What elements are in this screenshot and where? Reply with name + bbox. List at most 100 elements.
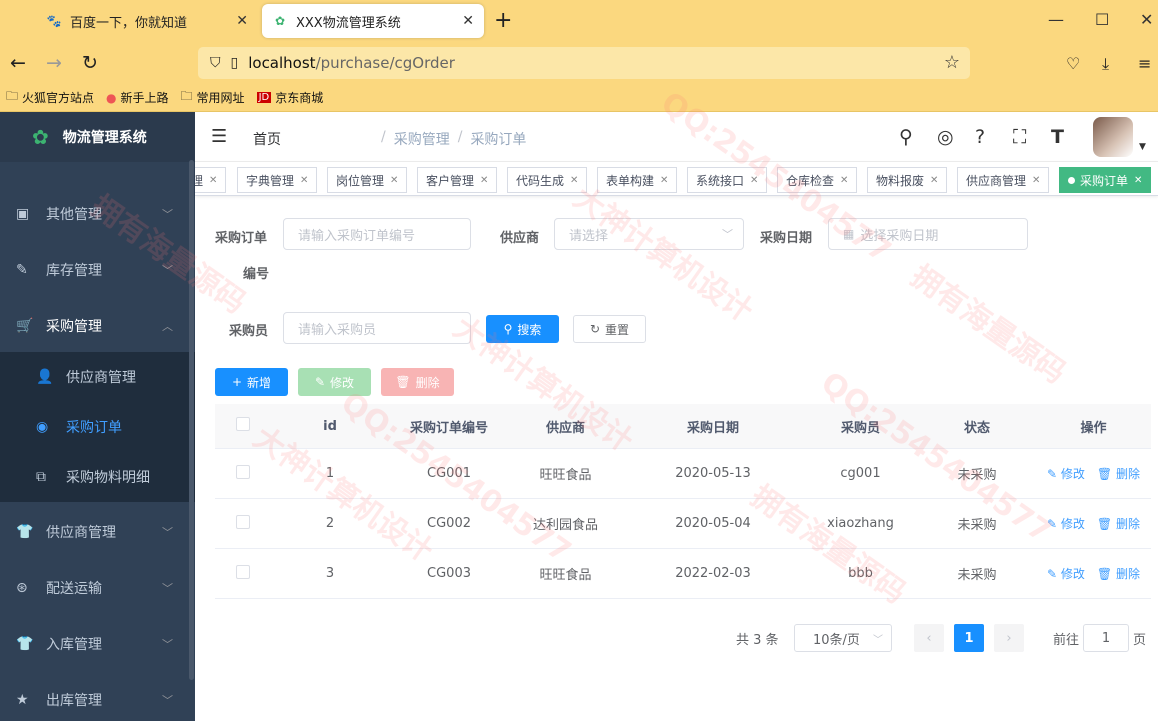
font-size-icon[interactable]: T bbox=[1051, 126, 1064, 148]
tag-item[interactable]: 代码生成 ✕ bbox=[507, 167, 588, 193]
tag-item[interactable]: 供应商管理 ✕ bbox=[957, 167, 1050, 193]
reload-icon[interactable]: ↻ bbox=[82, 52, 98, 74]
row-delete-button[interactable]: 🗑 删除 bbox=[1097, 467, 1140, 481]
browser-tab-baidu[interactable]: 🐾 百度一下，你就知道 ✕ bbox=[36, 4, 258, 38]
sidebar-item-supplier[interactable]: 👕 供应商管理 ﹀ bbox=[0, 504, 195, 560]
buyer-input[interactable]: 请输入采购员 bbox=[283, 312, 471, 344]
row-edit-button[interactable]: ✎ 修改 bbox=[1047, 567, 1085, 581]
github-icon[interactable]: ◎ bbox=[937, 126, 954, 148]
folder-icon: 🗀 bbox=[180, 89, 193, 103]
tag-item[interactable]: 岗位管理 ✕ bbox=[327, 167, 408, 193]
add-button[interactable]: + 新增 bbox=[215, 368, 288, 396]
sidebar-brand[interactable]: ✿ 物流管理系统 bbox=[0, 112, 195, 162]
row-checkbox[interactable] bbox=[235, 464, 250, 479]
sidebar-scrollbar[interactable] bbox=[189, 160, 194, 680]
close-icon[interactable]: ✕ bbox=[236, 13, 248, 29]
bookmark-item[interactable]: ● 新手上路 bbox=[106, 89, 169, 106]
supplier-select[interactable]: 请选择 ﹀ bbox=[554, 218, 744, 250]
bookmark-item[interactable]: 🗀 火狐官方站点 bbox=[6, 87, 94, 108]
goto-page-input[interactable]: 1 bbox=[1083, 624, 1129, 652]
shirt-icon: 👕 bbox=[16, 636, 34, 652]
reset-button[interactable]: ↻ 重置 bbox=[573, 315, 646, 343]
next-page-button[interactable]: › bbox=[994, 624, 1024, 652]
avatar[interactable] bbox=[1093, 117, 1133, 157]
button-label: 删除 bbox=[1115, 467, 1140, 481]
close-icon[interactable]: ✕ bbox=[300, 175, 308, 186]
address-bar[interactable]: ⛉ ▯ localhost/purchase/cgOrder ☆ bbox=[198, 47, 970, 79]
close-icon[interactable]: ✕ bbox=[390, 175, 398, 186]
prev-page-button[interactable]: ‹ bbox=[914, 624, 944, 652]
sidebar-subitem-material[interactable]: ⧉ 采购物料明细 bbox=[0, 452, 195, 502]
minimize-icon[interactable]: — bbox=[1048, 10, 1064, 29]
close-icon[interactable]: ✕ bbox=[209, 175, 217, 186]
delete-button[interactable]: 🗑 删除 bbox=[381, 368, 454, 396]
bookmark-item[interactable]: 🗀 常用网址 bbox=[181, 87, 245, 108]
row-checkbox[interactable] bbox=[235, 514, 250, 529]
active-dot-icon bbox=[1068, 176, 1075, 184]
close-icon[interactable]: ✕ bbox=[750, 175, 758, 186]
tag-item[interactable]: 表单构建 ✕ bbox=[597, 167, 678, 193]
column-header: id bbox=[323, 418, 337, 434]
button-label: 搜索 bbox=[517, 322, 542, 337]
sidebar-item-delivery[interactable]: ⊛ 配送运输 ﹀ bbox=[0, 560, 195, 616]
window-close-icon[interactable]: ✕ bbox=[1140, 10, 1153, 29]
table-row: 1 CG001 旺旺食品 2020-05-13 cg001 未采购 ✎ 修改 🗑 … bbox=[215, 449, 1151, 499]
close-icon[interactable]: ✕ bbox=[660, 175, 668, 186]
close-icon[interactable]: ✕ bbox=[480, 175, 488, 186]
forward-icon[interactable]: → bbox=[46, 52, 62, 74]
download-icon[interactable]: ⤓ bbox=[1102, 54, 1109, 74]
pocket-icon[interactable]: ♡ bbox=[1066, 54, 1080, 73]
sidebar-item-inventory[interactable]: ✎ 库存管理 ﹀ bbox=[0, 242, 195, 298]
select-all-checkbox[interactable] bbox=[235, 417, 250, 431]
sidebar-item-outbound[interactable]: ★ 出库管理 ﹀ bbox=[0, 672, 195, 721]
question-icon[interactable]: ? bbox=[975, 126, 985, 148]
sidebar-subitem-supplier[interactable]: 👤 供应商管理 bbox=[0, 352, 195, 402]
page-size-select[interactable]: 10条/页 ﹀ bbox=[794, 624, 892, 652]
row-delete-button[interactable]: 🗑 删除 bbox=[1097, 517, 1140, 531]
menu-icon[interactable]: ≡ bbox=[1138, 54, 1151, 73]
row-edit-button[interactable]: ✎ 修改 bbox=[1047, 517, 1085, 531]
breadcrumb-home[interactable]: 首页 bbox=[253, 129, 373, 149]
back-icon[interactable]: ← bbox=[10, 52, 26, 74]
chevron-down-icon: ﹀ bbox=[162, 264, 173, 277]
browser-tab-logistics[interactable]: ✿ XXX物流管理系统 ✕ bbox=[262, 4, 484, 38]
maximize-icon[interactable]: ☐ bbox=[1095, 10, 1109, 29]
close-icon[interactable]: ✕ bbox=[462, 13, 474, 29]
caret-down-icon[interactable]: ▼ bbox=[1139, 142, 1146, 152]
row-edit-button[interactable]: ✎ 修改 bbox=[1047, 467, 1085, 481]
row-checkbox[interactable] bbox=[235, 564, 250, 579]
close-icon[interactable]: ✕ bbox=[1134, 175, 1142, 186]
bookmark-star-icon[interactable]: ☆ bbox=[944, 52, 960, 73]
sidebar-subitem-order[interactable]: ◉ 采购订单 bbox=[0, 402, 195, 452]
tag-item[interactable]: 客户管理 ✕ bbox=[417, 167, 498, 193]
bookmark-item[interactable]: JD 京东商城 bbox=[256, 89, 323, 106]
button-label: 删除 bbox=[1115, 567, 1140, 581]
brand-title: 物流管理系统 bbox=[62, 130, 147, 146]
close-icon[interactable]: ✕ bbox=[840, 175, 848, 186]
sidebar-item-purchase[interactable]: 🛒 采购管理 ︿ bbox=[0, 298, 195, 354]
close-icon[interactable]: ✕ bbox=[570, 175, 578, 186]
edit-button[interactable]: ✎ 修改 bbox=[298, 368, 371, 396]
tag-item[interactable]: 仓库检查 ✕ bbox=[777, 167, 858, 193]
row-delete-button[interactable]: 🗑 删除 bbox=[1097, 567, 1140, 581]
edit-icon: ✎ bbox=[1047, 567, 1061, 581]
search-icon[interactable]: ⚲ bbox=[899, 126, 913, 148]
sidebar: ✿ 物流管理系统 ▣ 其他管理 ﹀ ✎ 库存管理 ﹀ 🛒 采购管理 ︿ 👤 供应… bbox=[0, 112, 195, 721]
tag-item-active[interactable]: 采购订单 ✕ bbox=[1059, 167, 1152, 193]
fullscreen-icon[interactable]: ⛶ bbox=[1013, 126, 1026, 148]
sidebar-item-inbound[interactable]: 👕 入库管理 ﹀ bbox=[0, 616, 195, 672]
tag-item[interactable]: 系统接口 ✕ bbox=[687, 167, 768, 193]
tag-item[interactable]: 字典管理 ✕ bbox=[237, 167, 318, 193]
tag-item[interactable]: 理✕ bbox=[195, 167, 227, 193]
close-icon[interactable]: ✕ bbox=[1032, 175, 1040, 186]
date-picker[interactable]: ▦ 选择采购日期 bbox=[828, 218, 1028, 250]
search-button[interactable]: ⚲ 搜索 bbox=[486, 315, 559, 343]
order-no-input[interactable]: 请输入采购订单编号 bbox=[283, 218, 471, 250]
hamburger-icon[interactable]: ☰ bbox=[211, 126, 227, 147]
current-page-button[interactable]: 1 bbox=[954, 624, 984, 652]
edit-icon: ✎ bbox=[1047, 467, 1061, 481]
new-tab-icon[interactable]: + bbox=[494, 8, 512, 33]
sidebar-item-other[interactable]: ▣ 其他管理 ﹀ bbox=[0, 186, 195, 242]
tag-item[interactable]: 物料报废 ✕ bbox=[867, 167, 948, 193]
close-icon[interactable]: ✕ bbox=[930, 175, 938, 186]
